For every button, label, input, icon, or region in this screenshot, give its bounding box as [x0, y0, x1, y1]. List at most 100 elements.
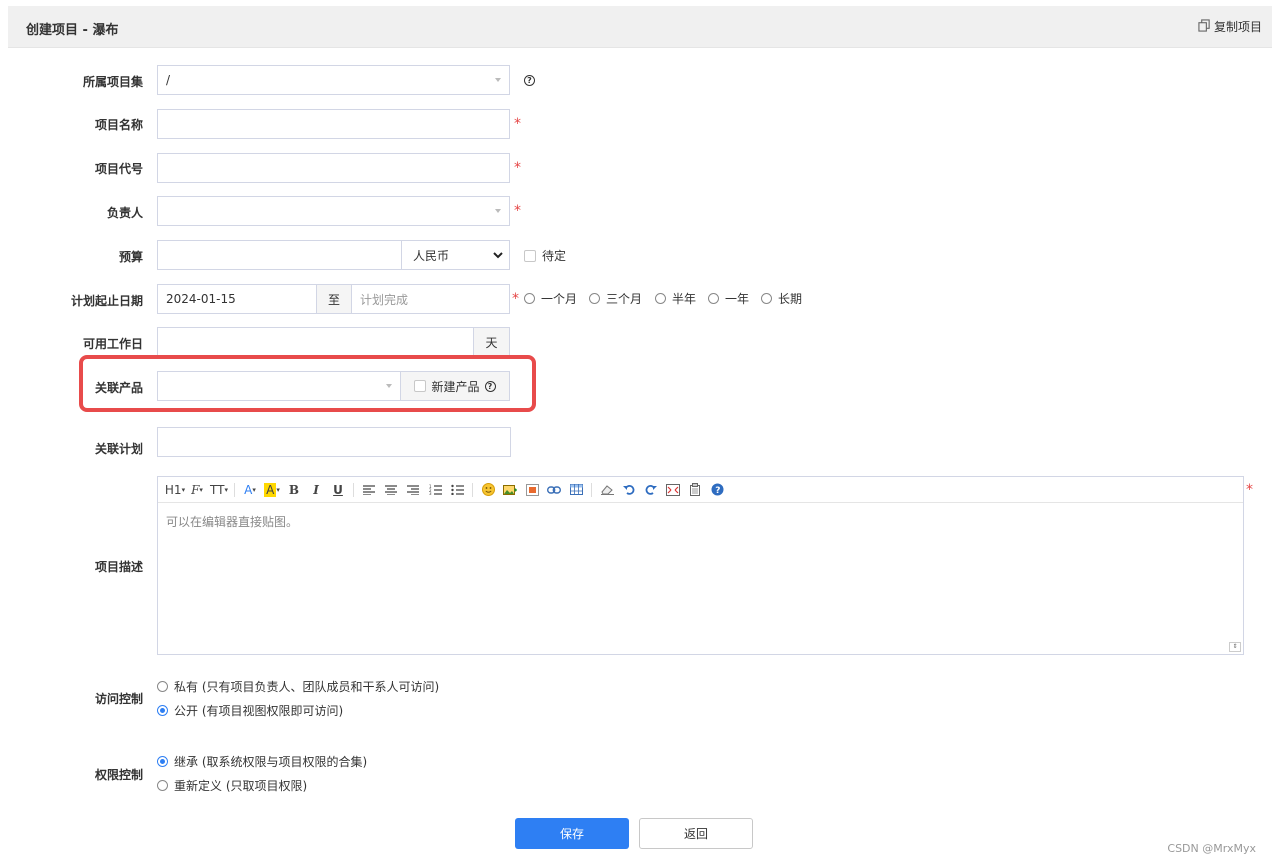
- required-mark: *: [514, 160, 521, 176]
- undo-icon[interactable]: [618, 480, 640, 500]
- copy-icon: [1198, 18, 1211, 35]
- project-code-input[interactable]: [157, 153, 510, 183]
- start-date-input[interactable]: 2024-01-15: [157, 284, 317, 314]
- highlight-color-button[interactable]: A ▾: [261, 480, 283, 500]
- eraser-icon[interactable]: [596, 480, 618, 500]
- project-name-label: 项目名称: [94, 118, 143, 132]
- budget-input[interactable]: [157, 240, 402, 270]
- project-code-label: 项目代号: [94, 162, 143, 176]
- radio[interactable]: [589, 293, 600, 304]
- editor-content[interactable]: 可以在编辑器直接贴图。: [158, 503, 1243, 540]
- radio[interactable]: [157, 705, 168, 716]
- highlight-color-label: A: [264, 482, 277, 497]
- duration-option-label: 一个月: [541, 292, 578, 306]
- access-control-label: 访问控制: [94, 692, 143, 706]
- access-public-option[interactable]: 公开 (有项目视图权限即可访问): [157, 702, 343, 719]
- toolbar-divider: [472, 482, 473, 497]
- owner-label: 负责人: [106, 206, 143, 220]
- back-button[interactable]: 返回: [639, 818, 753, 849]
- font-family-button[interactable]: F ▾: [186, 480, 208, 500]
- help-icon[interactable]: ?: [706, 480, 728, 500]
- permission-inherit-option[interactable]: 继承 (取系统权限与项目权限的合集): [157, 753, 367, 770]
- duration-option-2[interactable]: 三个月: [589, 290, 642, 307]
- align-center-icon[interactable]: [380, 480, 402, 500]
- align-right-icon[interactable]: [402, 480, 424, 500]
- description-label: 项目描述: [94, 560, 143, 574]
- duration-option-5[interactable]: 长期: [761, 290, 802, 307]
- link-icon[interactable]: [543, 480, 565, 500]
- duration-option-1[interactable]: 一个月: [524, 290, 577, 307]
- duration-option-label: 半年: [672, 292, 697, 306]
- chevron-down-icon: [495, 209, 501, 213]
- radio[interactable]: [761, 293, 772, 304]
- insert-media-icon[interactable]: [521, 480, 543, 500]
- required-mark: *: [514, 203, 521, 219]
- svg-text:?: ?: [715, 486, 720, 496]
- required-mark: *: [512, 291, 519, 307]
- template-icon[interactable]: [684, 480, 706, 500]
- date-to-addon: 至: [316, 284, 352, 314]
- currency-value: 人民币: [413, 248, 450, 263]
- italic-label: I: [313, 482, 319, 497]
- workdays-input[interactable]: [157, 327, 474, 357]
- insert-image-icon[interactable]: [499, 480, 521, 500]
- toolbar-divider: [234, 482, 235, 497]
- toolbar-divider: [353, 482, 354, 497]
- radio[interactable]: [157, 756, 168, 767]
- fullscreen-icon[interactable]: [662, 480, 684, 500]
- italic-button[interactable]: I: [305, 480, 327, 500]
- underline-button[interactable]: U: [327, 480, 349, 500]
- project-name-input[interactable]: [157, 109, 510, 139]
- radio[interactable]: [157, 780, 168, 791]
- end-date-placeholder: 计划完成: [360, 292, 409, 307]
- duration-option-label: 三个月: [606, 292, 643, 306]
- emoji-icon[interactable]: [477, 480, 499, 500]
- redo-icon[interactable]: [640, 480, 662, 500]
- table-icon[interactable]: [565, 480, 587, 500]
- end-date-input[interactable]: 计划完成: [351, 284, 510, 314]
- required-mark: *: [1246, 482, 1253, 498]
- permission-control-label: 权限控制: [94, 768, 143, 782]
- ordered-list-icon[interactable]: 123: [424, 480, 446, 500]
- font-family-label: F: [191, 482, 200, 497]
- radio[interactable]: [708, 293, 719, 304]
- align-left-icon[interactable]: [358, 480, 380, 500]
- font-color-button[interactable]: A ▾: [239, 480, 261, 500]
- duration-option-3[interactable]: 半年: [655, 290, 696, 307]
- project-set-select[interactable]: /: [157, 65, 510, 95]
- font-size-label: TT: [210, 482, 225, 497]
- bold-button[interactable]: B: [283, 480, 305, 500]
- linked-plan-select[interactable]: [157, 427, 511, 457]
- workdays-label: 可用工作日: [82, 337, 143, 351]
- heading-label: H1: [164, 482, 182, 497]
- highlight-annotation: [79, 355, 536, 412]
- radio[interactable]: [655, 293, 666, 304]
- budget-pending-label: 待定: [542, 249, 567, 263]
- plan-dates-label: 计划起止日期: [70, 294, 143, 308]
- font-size-button[interactable]: TT ▾: [208, 480, 230, 500]
- help-icon[interactable]: ?: [524, 75, 535, 86]
- radio[interactable]: [157, 681, 168, 692]
- unordered-list-icon[interactable]: [446, 480, 468, 500]
- access-private-option[interactable]: 私有 (只有项目负责人、团队成员和干系人可访问): [157, 678, 439, 695]
- budget-pending-checkbox[interactable]: 待定: [524, 247, 566, 264]
- duration-option-label: 一年: [725, 292, 750, 306]
- currency-select[interactable]: 人民币: [401, 240, 510, 270]
- font-color-label: A: [244, 482, 253, 497]
- checkbox[interactable]: [524, 249, 536, 262]
- watermark: CSDN @MrxMyx: [1167, 842, 1256, 855]
- page-title: 创建项目 - 瀑布: [26, 23, 119, 38]
- permission-redefine-option[interactable]: 重新定义 (只取项目权限): [157, 777, 307, 794]
- radio[interactable]: [524, 293, 535, 304]
- heading-button[interactable]: H1 ▾: [164, 480, 186, 500]
- duration-option-4[interactable]: 一年: [708, 290, 749, 307]
- owner-select[interactable]: [157, 196, 510, 226]
- start-date-value: 2024-01-15: [166, 292, 236, 306]
- project-set-label: 所属项目集: [82, 75, 143, 89]
- page-header: 创建项目 - 瀑布 复制项目: [8, 6, 1272, 48]
- description-editor[interactable]: H1 ▾ F ▾ TT ▾ A ▾ A ▾ B I U 123 ? 可以在编辑器直接贴图。…: [157, 476, 1244, 655]
- copy-project-button[interactable]: 复制项目: [1198, 18, 1262, 35]
- resize-handle[interactable]: ⇕: [1229, 642, 1241, 652]
- chevron-down-icon: [495, 78, 501, 82]
- save-button[interactable]: 保存: [515, 818, 629, 849]
